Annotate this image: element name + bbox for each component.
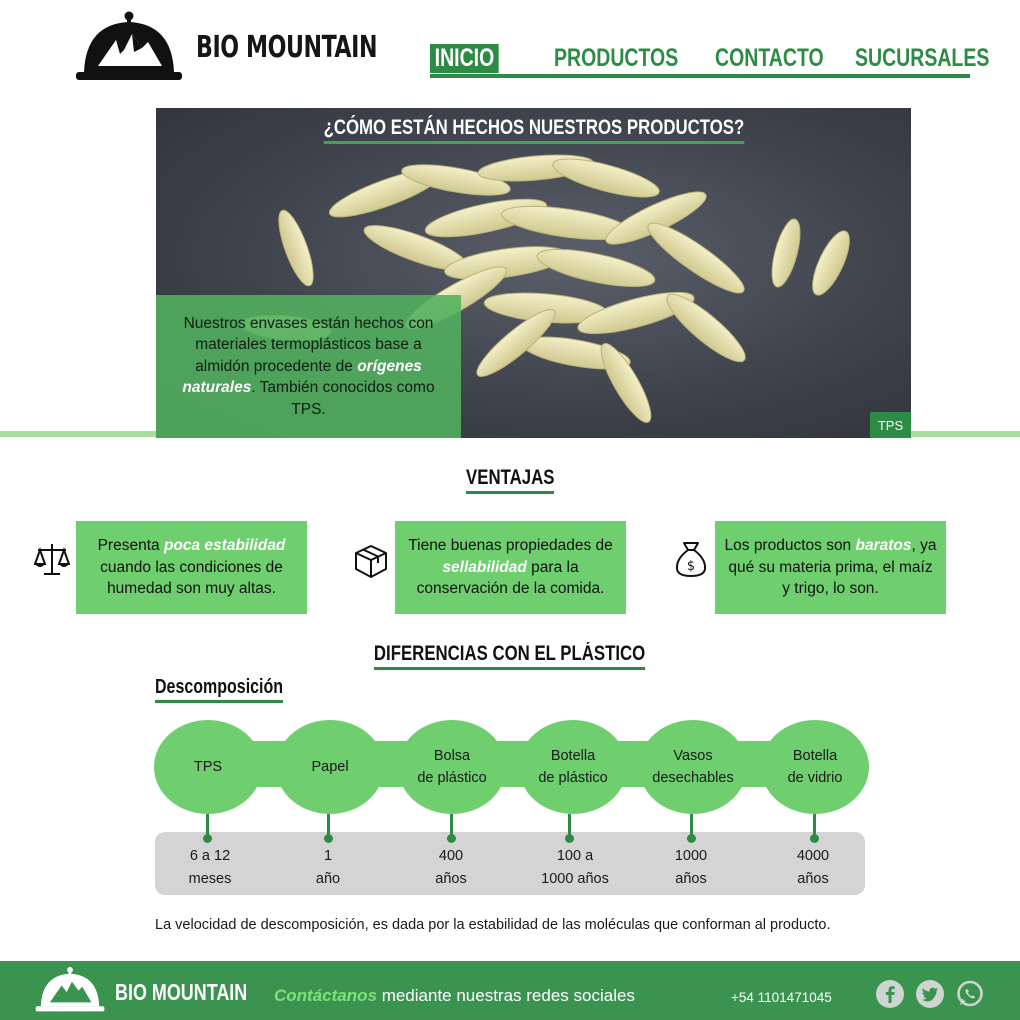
decomposition-time-papel: 1 año (315, 848, 341, 887)
footer: BIO MOUNTAIN Contáctanos mediante nuestr… (0, 961, 1020, 1020)
timeline-dot (324, 834, 333, 843)
ventaja-card-2: Tiene buenas propiedades de sellabilidad… (395, 521, 626, 614)
timeline-dot (687, 834, 696, 843)
material-circle-botella-vidrio: Botella de vidrio (761, 720, 869, 814)
hero-title: ¿CÓMO ESTÁN HECHOS NUESTROS PRODUCTOS? (156, 116, 911, 144)
hero-banner: ¿CÓMO ESTÁN HECHOS NUESTROS PRODUCTOS? N… (156, 108, 911, 438)
footer-contact-text: Contáctanos mediante nuestras redes soci… (274, 986, 635, 1005)
main-nav: INICIO PRODUCTOS CONTACTO SUCURSALES (430, 42, 989, 80)
decomposition-note: La velocidad de descomposición, es dada … (155, 917, 831, 933)
material-circle-vasos: Vasos desechables (639, 720, 747, 814)
decomposition-time-bolsa: 400 años (435, 848, 467, 887)
nav-contacto[interactable]: CONTACTO (715, 44, 824, 73)
ventajas-title: VENTAJAS (0, 466, 1020, 494)
footer-logo-icon[interactable] (34, 966, 106, 1014)
facebook-icon[interactable] (875, 979, 905, 1009)
diferencias-title: DIFERENCIAS CON EL PLÁSTICO (0, 642, 1020, 670)
twitter-icon[interactable] (915, 979, 945, 1009)
descomposicion-subtitle: Descomposición (155, 676, 315, 703)
logo[interactable]: BIO MOUNTAIN (76, 8, 378, 86)
nav-sucursales[interactable]: SUCURSALES (855, 44, 989, 73)
brand-name: BIO MOUNTAIN (196, 29, 378, 65)
decomposition-time-tps: 6 a 12 meses (188, 848, 232, 887)
scale-icon (34, 544, 70, 575)
nav-underline (430, 74, 970, 78)
timeline-dot (447, 834, 456, 843)
ventaja-card-1: Presenta poca estabilidad cuando las con… (76, 521, 307, 614)
whatsapp-icon[interactable] (955, 979, 985, 1009)
box-icon (355, 545, 387, 578)
money-bag-icon: $ (675, 542, 707, 577)
ventaja-card-3: Los productos son baratos, ya qué su mat… (715, 521, 946, 614)
material-circle-tps: TPS (154, 720, 262, 814)
decomposition-time-botella-vidrio: 4000 años (796, 848, 830, 887)
timeline-dot (565, 834, 574, 843)
decomposition-time-botella-plastico: 100 a 1000 años (541, 848, 609, 887)
tps-tag: TPS (870, 412, 911, 438)
nav-productos[interactable]: PRODUCTOS (554, 44, 678, 73)
nav-inicio[interactable]: INICIO (430, 44, 499, 73)
mountain-cloche-logo-icon (76, 11, 182, 80)
material-circle-botella-plastico: Botella de plástico (519, 720, 627, 814)
timeline-dot (810, 834, 819, 843)
material-circle-bolsa: Bolsa de plástico (398, 720, 506, 814)
footer-brand: BIO MOUNTAIN (115, 979, 248, 1005)
timeline-dot (203, 834, 212, 843)
footer-phone: +54 1101471045 (731, 990, 832, 1005)
svg-text:$: $ (687, 559, 695, 574)
decomposition-time-vasos: 1000 años (674, 848, 708, 887)
hero-description: Nuestros envases están hechos con materi… (156, 295, 461, 438)
material-circle-papel: Papel (276, 720, 384, 814)
